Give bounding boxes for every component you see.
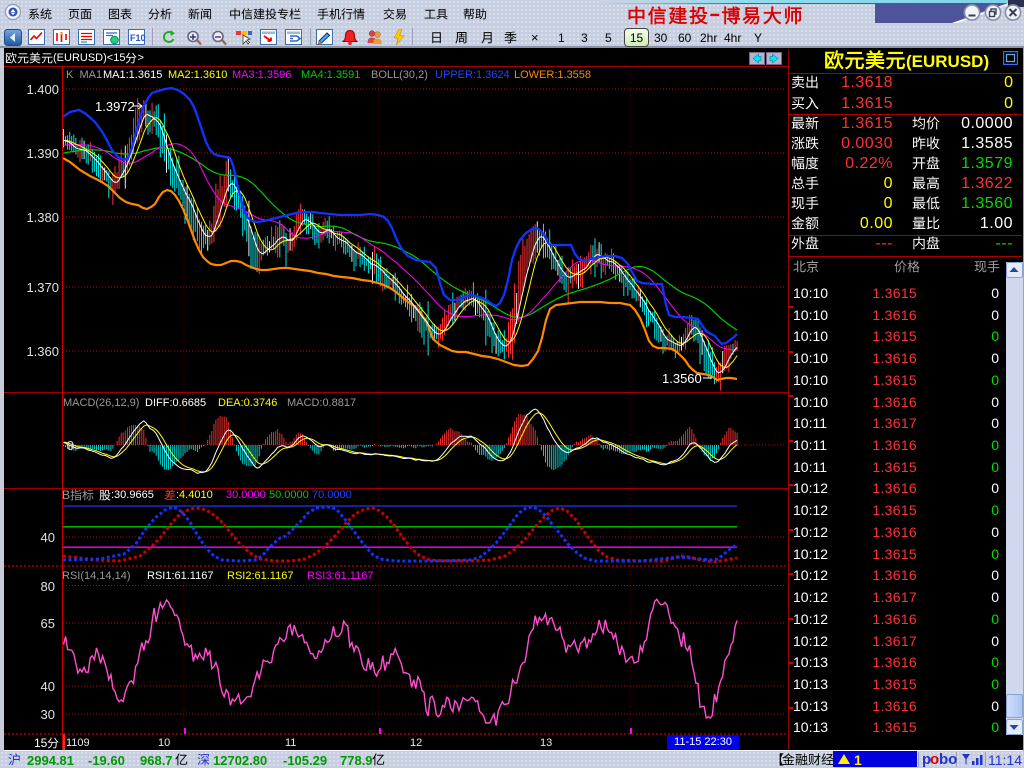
svg-text:F10: F10 xyxy=(130,33,146,43)
